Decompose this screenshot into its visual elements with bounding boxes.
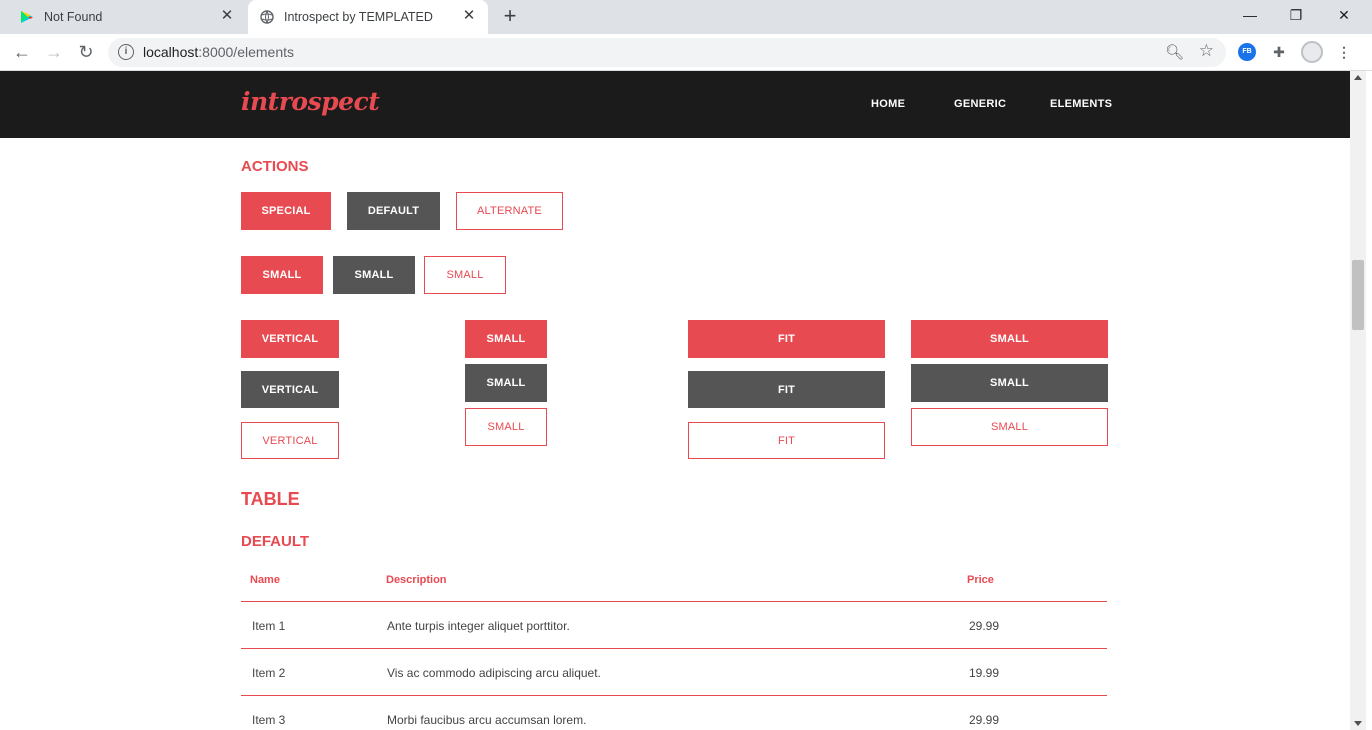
table-default-subheading: DEFAULT xyxy=(241,533,310,550)
vertical-special-button[interactable]: VERTICAL xyxy=(241,320,339,358)
fit-special-button[interactable]: FIT xyxy=(688,320,885,358)
cell-description: Ante turpis integer aliquet porttitor. xyxy=(387,619,570,633)
small-alternate-button[interactable]: SMALL xyxy=(424,256,506,294)
bookmark-star-icon[interactable]: ☆ xyxy=(1199,41,1214,61)
cell-description: Vis ac commodo adipiscing arcu aliquet. xyxy=(387,666,601,680)
cell-price: 29.99 xyxy=(969,619,1000,633)
profile-avatar[interactable] xyxy=(1301,41,1323,63)
nav-home[interactable]: HOME xyxy=(871,98,905,110)
table-row: Item 3 Morbi faucibus arcu accumsan lore… xyxy=(241,696,1107,730)
close-tab-icon[interactable]: ✕ xyxy=(460,7,478,25)
site-header: introspect HOME GENERIC ELEMENTS xyxy=(0,71,1350,138)
cell-name: Item 2 xyxy=(252,666,286,680)
cell-name: Item 1 xyxy=(252,619,286,633)
vertical-small-alternate-button[interactable]: SMALL xyxy=(465,408,547,446)
browser-tab-strip: Not Found ✕ Introspect by TEMPLATED ✕ + … xyxy=(0,0,1372,34)
special-button[interactable]: SPECIAL xyxy=(241,192,331,230)
small-default-button[interactable]: SMALL xyxy=(333,256,415,294)
tab-title: Introspect by TEMPLATED xyxy=(284,10,433,24)
browser-tab-not-found[interactable]: Not Found ✕ xyxy=(8,0,246,34)
column-header-price: Price xyxy=(967,574,994,586)
small-special-button[interactable]: SMALL xyxy=(241,256,323,294)
cell-name: Item 3 xyxy=(252,713,286,727)
vertical-small-default-button[interactable]: SMALL xyxy=(465,364,547,402)
column-header-name: Name xyxy=(250,574,280,586)
fit-default-button[interactable]: FIT xyxy=(688,371,885,408)
table-row: Item 1 Ante turpis integer aliquet portt… xyxy=(241,602,1107,649)
minimize-icon[interactable]: — xyxy=(1236,4,1264,26)
table-header-row: Name Description Price xyxy=(241,564,1107,602)
browser-toolbar: ← → ↻ i localhost:8000/elements 🔍︎ ☆ FB … xyxy=(0,34,1372,71)
scrollbar-thumb[interactable] xyxy=(1352,260,1364,330)
url-text: localhost:8000/elements xyxy=(143,44,294,60)
tab-title: Not Found xyxy=(44,10,103,24)
fb-extension-icon[interactable]: FB xyxy=(1238,43,1256,61)
reload-icon[interactable]: ↻ xyxy=(74,40,98,64)
vertical-small-special-button[interactable]: SMALL xyxy=(465,320,547,358)
table-heading: TABLE xyxy=(241,489,300,509)
vertical-default-button[interactable]: VERTICAL xyxy=(241,371,339,408)
nav-generic[interactable]: GENERIC xyxy=(954,98,1006,110)
column-header-description: Description xyxy=(386,574,447,586)
restore-icon[interactable]: ❐ xyxy=(1282,4,1310,26)
globe-icon xyxy=(260,10,274,24)
nav-elements[interactable]: ELEMENTS xyxy=(1050,98,1112,110)
address-bar[interactable]: i localhost:8000/elements 🔍︎ ☆ xyxy=(108,38,1226,67)
default-table: Name Description Price Item 1 Ante turpi… xyxy=(241,564,1107,730)
actions-heading: ACTIONS xyxy=(241,158,309,175)
zoom-icon[interactable]: 🔍︎ xyxy=(1165,43,1184,61)
new-tab-button[interactable]: + xyxy=(498,5,522,29)
browser-menu-icon[interactable]: ⋮ xyxy=(1333,41,1355,63)
page-viewport: introspect HOME GENERIC ELEMENTS ACTIONS… xyxy=(0,71,1350,730)
close-window-icon[interactable]: ✕ xyxy=(1330,4,1358,26)
cell-description: Morbi faucibus arcu accumsan lorem. xyxy=(387,713,587,727)
fit-small-default-button[interactable]: SMALL xyxy=(911,364,1108,402)
extensions-puzzle-icon[interactable]: ✚ xyxy=(1268,41,1290,63)
default-button[interactable]: DEFAULT xyxy=(347,192,440,230)
site-info-icon[interactable]: i xyxy=(118,44,134,60)
fit-small-special-button[interactable]: SMALL xyxy=(911,320,1108,358)
cell-price: 19.99 xyxy=(969,666,1000,680)
site-logo[interactable]: introspect xyxy=(241,87,380,116)
vertical-alternate-button[interactable]: VERTICAL xyxy=(241,422,339,459)
close-tab-icon[interactable]: ✕ xyxy=(218,7,236,25)
cell-price: 29.99 xyxy=(969,713,1000,727)
forward-arrow-icon[interactable]: → xyxy=(42,40,66,64)
scroll-up-arrow-icon[interactable] xyxy=(1354,75,1362,80)
back-arrow-icon[interactable]: ← xyxy=(10,40,34,64)
alternate-button[interactable]: ALTERNATE xyxy=(456,192,563,230)
fit-small-alternate-button[interactable]: SMALL xyxy=(911,408,1108,446)
browser-tab-introspect[interactable]: Introspect by TEMPLATED ✕ xyxy=(248,0,488,34)
table-row: Item 2 Vis ac commodo adipiscing arcu al… xyxy=(241,649,1107,696)
scroll-down-arrow-icon[interactable] xyxy=(1354,721,1362,726)
play-store-icon xyxy=(21,11,33,23)
fit-alternate-button[interactable]: FIT xyxy=(688,422,885,459)
page-scrollbar[interactable] xyxy=(1350,71,1366,730)
